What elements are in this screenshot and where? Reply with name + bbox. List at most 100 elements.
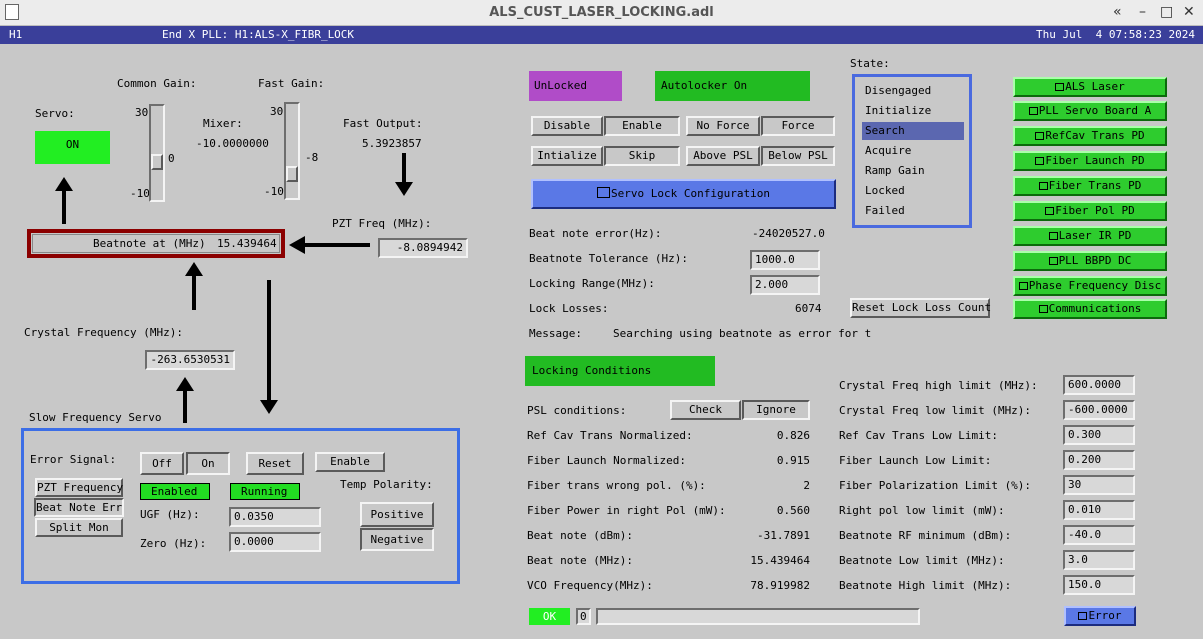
screen-link-icon (1055, 83, 1065, 91)
condition-value: 0.826 (776, 429, 810, 442)
crystal-field: -263.6530531 (145, 350, 235, 370)
limit-field[interactable]: 30 (1063, 475, 1135, 495)
crystal-label: Crystal Frequency (MHz): (24, 326, 183, 339)
limit-label: Fiber Polarization Limit (%): (839, 479, 1032, 492)
restore-icon[interactable]: « (1113, 4, 1122, 20)
error-button-label: Error (1088, 609, 1122, 622)
above-psl-button[interactable]: Above PSL (686, 146, 760, 166)
enabled-status: Enabled (140, 483, 210, 500)
fast-gain-value: -8 (305, 151, 319, 164)
state-item-disengaged[interactable]: Disengaged (862, 82, 964, 100)
ugf-field[interactable]: 0.0350 (229, 507, 321, 527)
initialize-button[interactable]: Intialize (531, 146, 603, 166)
screen-link-icon (1078, 612, 1088, 620)
negative-button[interactable]: Negative (360, 528, 434, 551)
ok-indicator: OK (529, 608, 570, 625)
screen-als-laser[interactable]: ALS Laser (1013, 77, 1167, 97)
error-option-split[interactable]: Split Mon (35, 518, 123, 537)
limit-field[interactable]: 600.0000 (1063, 375, 1135, 395)
close-icon[interactable]: ✕ (1183, 4, 1195, 20)
limit-field[interactable]: 150.0 (1063, 575, 1135, 595)
lock-losses-value: 6074 (795, 302, 822, 315)
arrow-pzt-to-beatnote (303, 243, 370, 247)
fast-gain-slider[interactable] (284, 102, 300, 200)
minimize-icon[interactable]: – (1139, 4, 1146, 20)
servo-on-button[interactable]: ON (35, 131, 110, 164)
maximize-icon[interactable]: □ (1160, 4, 1173, 20)
arrow-beatnote-down (267, 280, 271, 402)
screen-link-icon (1048, 232, 1058, 240)
state-item-failed[interactable]: Failed (862, 202, 964, 220)
slow-enable-button[interactable]: Enable (315, 452, 385, 472)
limit-field[interactable]: -40.0 (1063, 525, 1135, 545)
error-option-beat[interactable]: Beat Note Error (34, 498, 124, 517)
state-label: State: (850, 57, 890, 70)
screen-pll-bbpd[interactable]: PLL BBPD DC (1013, 251, 1167, 271)
slow-on-button[interactable]: On (186, 452, 230, 475)
limit-label: Fiber Launch Low Limit: (839, 454, 992, 467)
condition-label: Fiber Power in right Pol (mW): (527, 504, 726, 517)
limit-field[interactable]: 0.200 (1063, 450, 1135, 470)
limit-field[interactable]: 0.300 (1063, 425, 1135, 445)
servo-label: Servo: (35, 107, 75, 120)
error-screen-button[interactable]: Error (1064, 606, 1136, 626)
zero-label: Zero (Hz): (140, 537, 207, 550)
zero-field[interactable]: 0.0000 (229, 532, 321, 552)
reset-lock-loss-button[interactable]: Reset Lock Loss Count (850, 298, 991, 318)
arrow-down-icon (395, 182, 413, 196)
limit-label: Right pol low limit (mW): (839, 504, 1005, 517)
limit-field[interactable]: -600.0000 (1063, 400, 1135, 420)
psl-check-button[interactable]: Check (670, 400, 741, 420)
screen-pll-servo-board[interactable]: PLL Servo Board A (1013, 101, 1167, 121)
screen-communications[interactable]: Communications (1013, 299, 1167, 319)
pzt-freq-label: PZT Freq (MHz): (332, 217, 432, 230)
ifo-label: H1 (9, 28, 23, 41)
tolerance-label: Beatnote Tolerance (Hz): (529, 252, 688, 265)
state-item-locked[interactable]: Locked (862, 182, 964, 200)
condition-value: -31.7891 (757, 529, 810, 542)
state-item-ramp-gain[interactable]: Ramp Gain (862, 162, 964, 180)
fast-gain-label: Fast Gain: (258, 77, 325, 90)
pzt-freq-field: -8.0894942 (378, 238, 468, 258)
arrow-up-icon (55, 177, 73, 191)
slow-off-button[interactable]: Off (140, 452, 184, 475)
slow-reset-button[interactable]: Reset (246, 452, 304, 475)
limit-field[interactable]: 0.010 (1063, 500, 1135, 520)
message-label: Message: (529, 327, 582, 340)
screen-refcav-trans[interactable]: RefCav Trans PD (1013, 126, 1167, 146)
arrow-up-icon (176, 377, 194, 391)
no-force-button[interactable]: No Force (686, 116, 760, 136)
screen-fiber-launch[interactable]: Fiber Launch PD (1013, 151, 1167, 171)
screen-link-icon (1045, 207, 1055, 215)
screen-link-icon (1028, 107, 1038, 115)
positive-button[interactable]: Positive (360, 502, 434, 527)
beatnote-label: Beatnote at (MHz) (93, 237, 206, 250)
limit-label: Beatnote High limit (MHz): (839, 579, 1012, 592)
locking-range-label: Locking Range(MHz): (529, 277, 655, 290)
enable-button[interactable]: Enable (604, 116, 680, 136)
error-option-pzt[interactable]: PZT Frequency (35, 478, 123, 497)
state-item-acquire[interactable]: Acquire (862, 142, 964, 160)
limit-field[interactable]: 3.0 (1063, 550, 1135, 570)
window-title: ALS_CUST_LASER_LOCKING.adl (489, 5, 714, 20)
force-button[interactable]: Force (761, 116, 835, 136)
screen-phase-freq-disc[interactable]: Phase Frequency Disc (1013, 276, 1167, 296)
screen-fiber-pol[interactable]: Fiber Pol PD (1013, 201, 1167, 221)
fast-gain-slider-thumb[interactable] (286, 166, 298, 182)
state-item-initialize[interactable]: Initialize (862, 102, 964, 120)
screen-laser-ir[interactable]: Laser IR PD (1013, 226, 1167, 246)
common-gain-slider[interactable] (149, 104, 165, 202)
locking-range-field[interactable]: 2.000 (750, 275, 820, 295)
state-item-search[interactable]: Search (862, 122, 964, 140)
tolerance-field[interactable]: 1000.0 (750, 250, 820, 270)
skip-button[interactable]: Skip (604, 146, 680, 166)
screen-fiber-trans[interactable]: Fiber Trans PD (1013, 176, 1167, 196)
servo-lock-config-label: Servo Lock Configuration (611, 187, 770, 200)
below-psl-button[interactable]: Below PSL (761, 146, 835, 166)
disable-button[interactable]: Disable (531, 116, 603, 136)
psl-ignore-button[interactable]: Ignore (742, 400, 810, 420)
servo-lock-config-button[interactable]: Servo Lock Configuration (531, 179, 836, 209)
limit-label: Beatnote RF minimum (dBm): (839, 529, 1012, 542)
common-gain-slider-thumb[interactable] (151, 154, 163, 170)
arrow-to-servo (62, 190, 66, 224)
